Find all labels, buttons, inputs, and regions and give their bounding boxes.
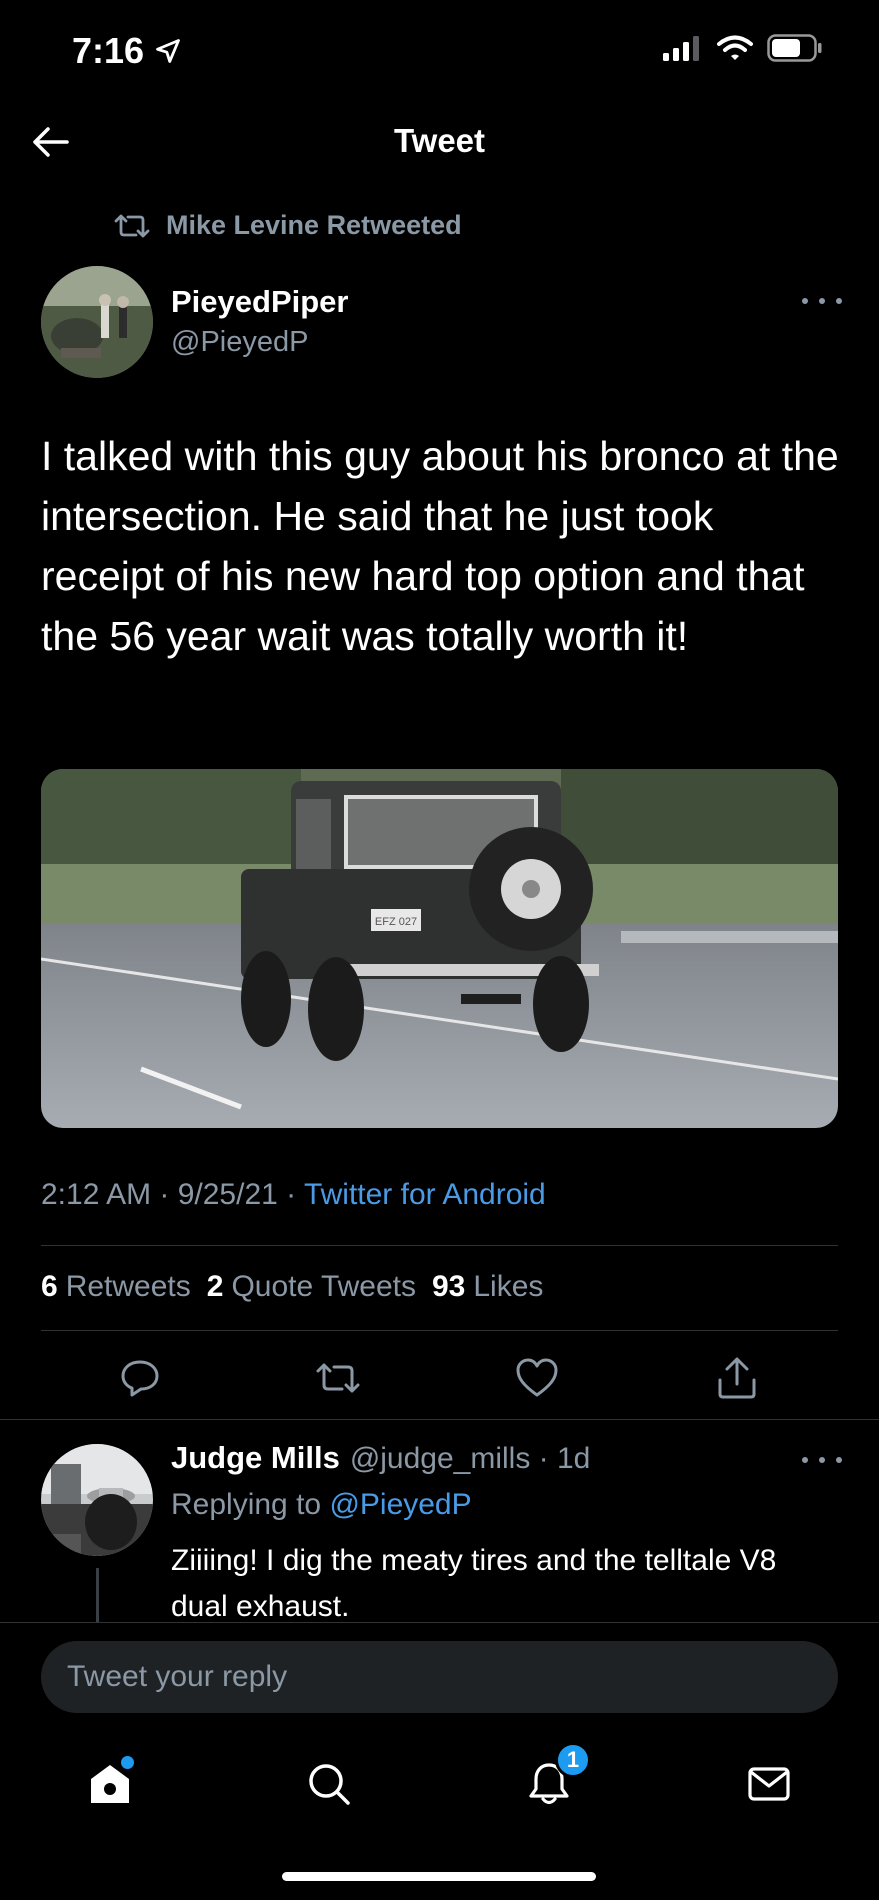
reply-icon: [121, 1360, 159, 1397]
share-icon: [718, 1357, 756, 1399]
reply-author-name[interactable]: Judge Mills: [171, 1440, 340, 1476]
battery-icon: [767, 34, 822, 62]
like-button[interactable]: [509, 1350, 565, 1406]
divider: [41, 1330, 838, 1331]
tweet-timestamp: 2:12 AM · 9/25/21 · Twitter for Android: [41, 1178, 546, 1212]
retweeted-by-label: Mike Levine Retweeted: [166, 210, 462, 240]
tab-bar: 1: [0, 1740, 879, 1840]
header: Tweet: [0, 100, 879, 184]
retweets-label: Retweets: [65, 1270, 191, 1303]
author-name[interactable]: PieyedPiper: [171, 284, 348, 320]
likes-label: Likes: [473, 1270, 544, 1303]
search-icon: [309, 1764, 350, 1805]
divider: [0, 1419, 879, 1420]
like-icon: [516, 1358, 558, 1397]
status-bar: 7:16: [0, 0, 879, 100]
location-arrow-icon: [156, 39, 180, 63]
more-icon: [802, 1457, 808, 1463]
tab-search[interactable]: [299, 1754, 359, 1814]
tweet-media[interactable]: EFZ 027: [41, 769, 838, 1128]
notifications-badge: 1: [555, 1742, 591, 1778]
likes-count: 93: [432, 1270, 466, 1303]
signal-icon: [663, 36, 699, 61]
page-title: Tweet: [393, 122, 486, 159]
tab-home[interactable]: [80, 1754, 140, 1814]
tab-messages[interactable]: [739, 1754, 799, 1814]
replying-to: Replying to @PieyedP: [171, 1488, 472, 1522]
tweet-actions: [0, 1350, 879, 1406]
timestamp-text: 2:12 AM · 9/25/21 ·: [41, 1178, 304, 1211]
avatar-photo: [41, 266, 153, 378]
mail-icon: [748, 1767, 790, 1801]
replying-to-mention[interactable]: @PieyedP: [329, 1488, 471, 1521]
replying-to-prefix: Replying to: [171, 1488, 330, 1521]
status-time: 7:16: [72, 30, 182, 72]
reply-button[interactable]: [112, 1350, 168, 1406]
tweet-stats: 6 Retweets 2 Quote Tweets 93 Likes: [41, 1270, 543, 1304]
more-button[interactable]: [802, 291, 842, 311]
retweets-count: 6: [41, 1270, 58, 1303]
reply-author-handle[interactable]: @judge_mills · 1d: [350, 1442, 591, 1476]
wifi-icon: [717, 35, 753, 60]
more-icon: [802, 298, 808, 304]
home-indicator[interactable]: [282, 1872, 596, 1881]
quote-tweets-stat[interactable]: 2 Quote Tweets: [207, 1270, 416, 1304]
license-plate: EFZ 027: [375, 916, 417, 928]
likes-stat[interactable]: 93 Likes: [432, 1270, 543, 1304]
retweeted-by[interactable]: Mike Levine Retweeted: [112, 210, 462, 241]
retweet-icon: [114, 214, 150, 237]
tab-notifications[interactable]: 1: [519, 1742, 591, 1814]
share-button[interactable]: [709, 1350, 765, 1406]
retweets-stat[interactable]: 6 Retweets: [41, 1270, 191, 1304]
quotes-label: Quote Tweets: [231, 1270, 416, 1303]
reply-text: Ziiiing! I dig the meaty tires and the t…: [171, 1544, 777, 1623]
status-time-text: 7:16: [72, 30, 145, 71]
author-avatar[interactable]: [41, 266, 153, 378]
reply-header: Judge Mills @judge_mills · 1d: [171, 1440, 590, 1476]
bronco-photo: EFZ 027: [41, 769, 838, 1128]
home-new-indicator: [121, 1756, 134, 1769]
compose-area: [0, 1622, 879, 1713]
tweet-text: I talked with this guy about his bronco …: [41, 433, 839, 659]
status-icons: [663, 34, 823, 62]
author-handle[interactable]: @PieyedP: [171, 326, 308, 359]
retweet-button[interactable]: [310, 1350, 366, 1406]
reply-more-button[interactable]: [802, 1450, 842, 1470]
reply-avatar[interactable]: [41, 1444, 153, 1556]
quotes-count: 2: [206, 1270, 224, 1303]
avatar-photo: [41, 1444, 153, 1556]
divider: [41, 1245, 838, 1246]
source-link[interactable]: Twitter for Android: [304, 1178, 546, 1211]
thread-line: [96, 1568, 99, 1624]
reply-input[interactable]: [41, 1641, 838, 1713]
retweet-icon: [316, 1363, 360, 1393]
